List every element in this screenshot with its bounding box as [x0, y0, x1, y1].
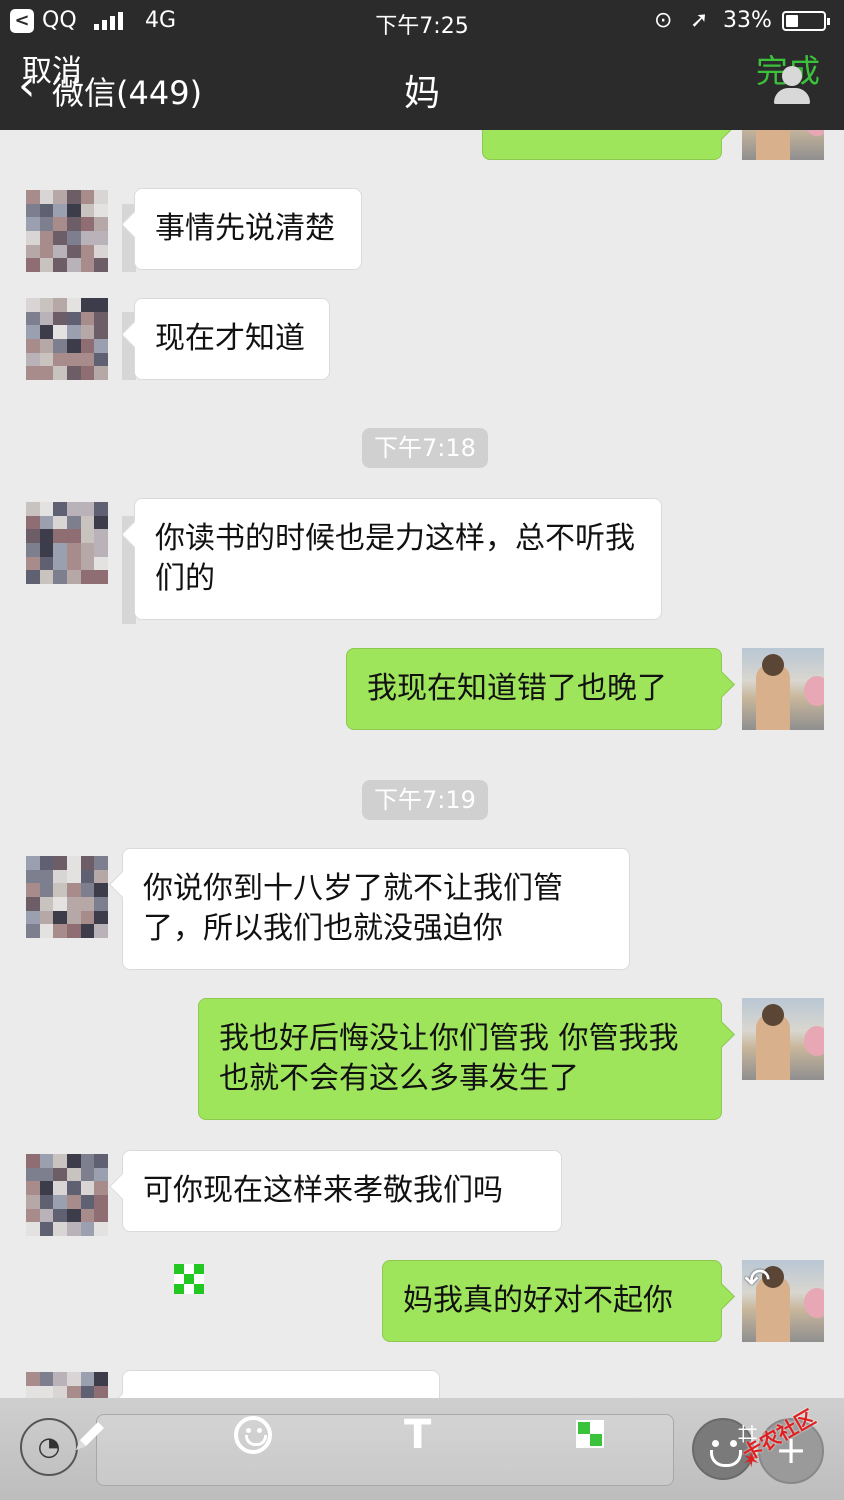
- status-bar: < QQ 4G 下午7:25 ⊙ ➚ 33%: [0, 0, 844, 44]
- timestamp: 下午7:19: [362, 780, 488, 820]
- message-bubble-out[interactable]: 我现在知道错了也晚了: [346, 648, 722, 730]
- contact-avatar[interactable]: [26, 1154, 108, 1236]
- message-text: 可你现在这样来孝敬我们吗: [143, 1173, 503, 1208]
- contact-avatar[interactable]: [26, 856, 108, 938]
- contact-avatar[interactable]: [26, 502, 108, 584]
- message-text: 你说你到十八岁了就不让我们管了，所以我们也就没强迫你: [143, 871, 563, 946]
- mosaic-mark: [174, 1264, 204, 1294]
- message-text: 我也好后悔没让你们管我 你管我我也就不会有这么多事发生了: [219, 1021, 679, 1096]
- my-avatar[interactable]: [742, 998, 824, 1080]
- message-text: 我现在知道错了也晚了: [367, 671, 667, 706]
- contact-icon[interactable]: [772, 62, 812, 106]
- mosaic-icon[interactable]: [576, 1420, 604, 1448]
- message-bubble-in[interactable]: 你说你到十八岁了就不让我们管了，所以我们也就没强迫你: [122, 848, 630, 970]
- emoji-icon[interactable]: [234, 1416, 272, 1454]
- chat-area: 事情先说清楚 现在才知道 下午7:18 你读书的时候也是力这样，总不听我们的 我…: [0, 130, 844, 1400]
- partial-message-bubble[interactable]: [122, 1370, 440, 1400]
- battery-icon: [782, 11, 830, 31]
- message-bubble-out[interactable]: 妈我真的好对不起你: [382, 1260, 722, 1342]
- pencil-icon[interactable]: [68, 1414, 112, 1458]
- text-icon[interactable]: T: [404, 1412, 431, 1458]
- status-time: 下午7:25: [375, 14, 469, 39]
- top-bar: < QQ 4G 下午7:25 ⊙ ➚ 33% 取消 ‹ 微信(449) 妈 完成: [0, 0, 844, 130]
- partial-message-bubble[interactable]: [482, 130, 722, 160]
- message-text: 现在才知道: [155, 321, 305, 356]
- message-text: 妈我真的好对不起你: [403, 1283, 673, 1318]
- message-bubble-in[interactable]: 可你现在这样来孝敬我们吗: [122, 1150, 562, 1232]
- chat-title: 妈: [403, 73, 440, 114]
- message-bubble-in[interactable]: 事情先说清楚: [134, 188, 362, 270]
- contact-avatar[interactable]: [26, 1372, 108, 1400]
- timestamp: 下午7:18: [362, 428, 488, 468]
- my-avatar[interactable]: [742, 648, 824, 730]
- undo-icon[interactable]: ↶: [744, 1262, 784, 1298]
- battery-percent: 33%: [723, 8, 772, 33]
- location-icon: ➚: [690, 8, 709, 33]
- rotation-lock-icon: ⊙: [654, 8, 673, 33]
- my-avatar[interactable]: [742, 130, 824, 160]
- message-bubble-out[interactable]: 我也好后悔没让你们管我 你管我我也就不会有这么多事发生了: [198, 998, 722, 1120]
- edit-toolbar: ◔ T + ⌗: [0, 1398, 844, 1500]
- message-bubble-in[interactable]: 你读书的时候也是力这样，总不听我们的: [134, 498, 662, 620]
- contact-avatar[interactable]: [26, 298, 108, 380]
- contact-avatar[interactable]: [26, 190, 108, 272]
- message-text: 事情先说清楚: [155, 211, 335, 246]
- message-text: 你读书的时候也是力这样，总不听我们的: [155, 521, 635, 596]
- message-bubble-in[interactable]: 现在才知道: [134, 298, 330, 380]
